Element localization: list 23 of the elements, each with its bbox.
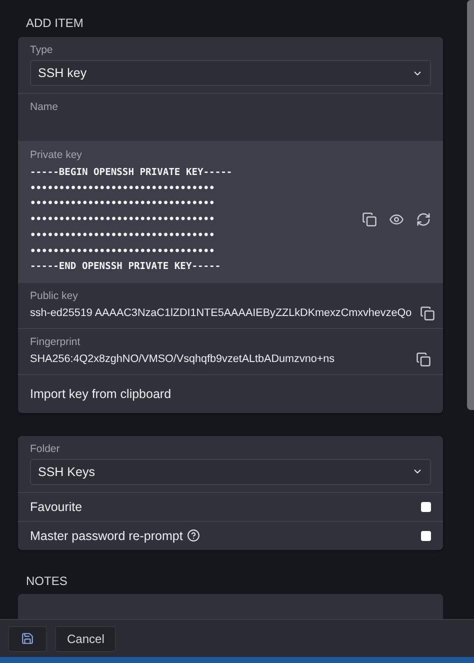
section-heading: NOTES [25, 572, 68, 590]
dropdown[interactable]: SSH Keys [30, 458, 431, 485]
key-line: -----END OPENSSH PRIVATE KEY----- [30, 260, 222, 274]
field-label: Fingerprint [30, 336, 82, 348]
cancel-button[interactable]: Cancel [55, 626, 116, 652]
option-label: Favourite [30, 500, 82, 514]
field-label: Public key [30, 290, 79, 302]
option-label: Master password re-prompt [30, 528, 183, 543]
dropdown[interactable]: SSH key [30, 60, 431, 86]
import-link[interactable]: Import key from clipboard [30, 386, 172, 401]
field-value: SHA256:4Q2x8zghNO/VMSO/Vsqhqfb9vzetALtbADumzvno+ns [30, 353, 335, 366]
field-value: ssh-ed25519 AAAAC3NzaC1lZDI1NTE5AAAAIEByZZLkDKmexzCmxvhevzeQo [30, 307, 412, 320]
key-line: •••••••••••••••••••••••••••••••• [30, 213, 216, 228]
key-line: •••••••••••••••••••••••••••••••• [30, 228, 216, 243]
key-line: •••••••••••••••••••••••••••••••• [30, 182, 216, 196]
field-label: Name [30, 101, 60, 113]
key-line: -----BEGIN OPENSSH PRIVATE KEY----- [30, 166, 232, 180]
section-heading: ADD ITEM [25, 15, 84, 32]
key-line: •••••••••••••••••••••••••••••••• [30, 244, 216, 259]
field-label: Private key [30, 149, 83, 161]
field-label: Type [30, 44, 54, 56]
field-label: Folder [30, 442, 61, 455]
key-line: •••••••••••••••••••••••••••••••• [30, 197, 216, 212]
